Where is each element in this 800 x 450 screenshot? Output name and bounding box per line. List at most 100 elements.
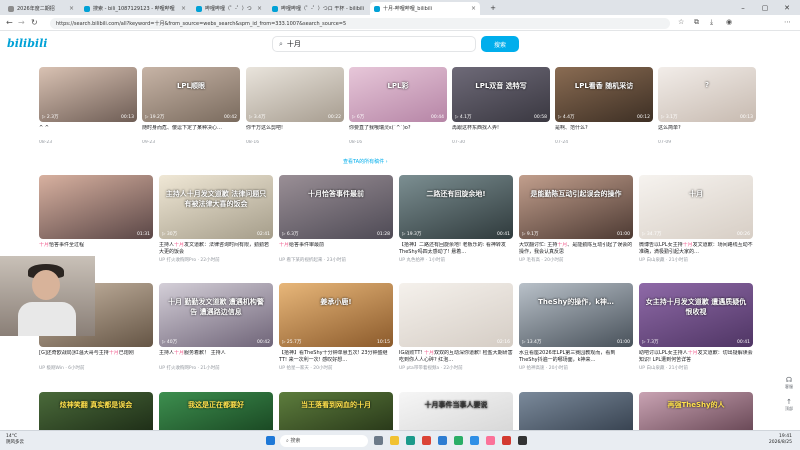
video-thumbnail[interactable]: ? ▷ 3.1万 00:13 xyxy=(658,67,756,122)
video-uploader-date[interactable]: UP 白山泉藏 · 21小时前 xyxy=(639,365,753,371)
video-card[interactable]: 二路还有回旋余地! ▷ 19.3万 00:41 【拾神】二路还有回旋余地! 老板乐的:… xyxy=(399,175,513,263)
video-uploader-date[interactable]: UP 打火收购网Pro · 22小时前 xyxy=(159,257,273,263)
url-field[interactable]: https://search.bilibili.com/all?keyword=… xyxy=(50,18,670,29)
video-thumbnail[interactable] xyxy=(519,392,633,430)
video-thumbnail[interactable]: 女主持十月发文道歉 遭遇质疑仇恨收视 ▷ 7.3万 00:41 xyxy=(639,283,753,347)
video-card[interactable]: LPL彩 ▷ 6万 00:44 你要直了我哦瑞灵ε(´^`)o? 08-16 xyxy=(349,67,447,145)
video-thumbnail[interactable]: LPL双音 选特写 ▷ 4.1万 00:58 xyxy=(452,67,550,122)
search-input[interactable]: 十月 xyxy=(287,39,301,49)
video-uploader-date[interactable]: UP 极刚Win · 6小时前 xyxy=(39,365,153,371)
close-icon[interactable]: × xyxy=(471,5,476,12)
video-thumbnail[interactable]: 十月 ▷ 34.7万 00:26 xyxy=(639,175,753,239)
system-clock[interactable]: 19:41 2026/8/25 xyxy=(769,434,792,446)
video-title[interactable]: 随时身而危、傻逗下定了某种决心… xyxy=(142,125,240,139)
chrome-browser-icon[interactable] xyxy=(422,436,431,445)
qq-app-icon[interactable] xyxy=(470,436,479,445)
video-uploader-date[interactable]: UP 拾星一家天 · 20小时前 xyxy=(279,365,393,371)
close-window-icon[interactable]: ✕ xyxy=(776,0,798,15)
profile-icon[interactable]: ◉ xyxy=(726,18,732,26)
video-title[interactable]: 微博告以LPL女主持十月发文道歉：场间路线互动不准确，滴极勤引起大家的… xyxy=(639,242,753,256)
video-thumbnail[interactable]: 十月事件当事人要说 xyxy=(399,392,513,430)
wechat-app-icon[interactable] xyxy=(454,436,463,445)
video-card[interactable]: TheShy的操作，k神… ▷ 13.4万 01:00 水豆看座2026年LPL第三赛… xyxy=(519,283,633,371)
search-box[interactable]: ⌕ 十月 xyxy=(272,36,476,52)
side-customer-service[interactable]: ☊ 客服 xyxy=(782,376,796,390)
taskbar-search[interactable]: ⌕ 搜索 xyxy=(280,435,368,447)
video-uploader-date[interactable]: UP 打火收购网Pro · 21小时前 xyxy=(159,365,273,371)
search-button[interactable]: 搜索 xyxy=(481,36,519,52)
forward-arrow-icon[interactable]: → xyxy=(18,18,25,27)
video-card[interactable]: 01:31 十月恰答事件全过程 xyxy=(39,175,153,257)
video-uploader-date[interactable]: UP 看下某的视折起来 · 23小时前 xyxy=(279,257,393,263)
video-thumbnail[interactable]: 十月 勤勤发文道歉 遭遇机构警告 遭遇路边信息 ▷ 40万 00:42 xyxy=(159,283,273,347)
video-card[interactable]: 姜承小鹿! ▷ 25.7万 10:15 【拾神】看TheShy十分钟单悬五次! 23分… xyxy=(279,283,393,371)
video-title[interactable]: 再跟这杯东西找人弄! xyxy=(452,125,550,139)
video-thumbnail[interactable]: ▷ 2.3万 00:13 xyxy=(39,67,137,122)
task-view-icon[interactable] xyxy=(374,436,383,445)
video-thumbnail[interactable]: 姜承小鹿! ▷ 25.7万 10:15 xyxy=(279,283,393,347)
video-uploader-date[interactable]: UP pta带带着视频a · 22小时前 xyxy=(399,365,513,371)
extensions-icon[interactable]: ⧉ xyxy=(694,18,699,27)
video-card[interactable]: 主持人十月发文道歉 法律问题只有被法律大喜的饭会 ▷ 30万 02:41 主持人十月发… xyxy=(159,175,273,263)
weather-widget[interactable]: 14°C 阴风多云 xyxy=(6,434,24,446)
video-thumbnail[interactable]: LPL彩 ▷ 6万 00:44 xyxy=(349,67,447,122)
video-card[interactable]: 十月恰答事件最前 ▷ 6.3万 01:28 十月给答事件审最前 UP 看下某的视折起来 … xyxy=(279,175,393,263)
edge-browser-icon[interactable] xyxy=(406,436,415,445)
video-title[interactable]: 主持人十月服务着歉！ 主持人 xyxy=(159,350,273,364)
video-card[interactable]: 十月 勤勤发文道歉 遭遇机构警告 遭遇路边信息 ▷ 40万 00:42 主持人十月服务… xyxy=(159,283,273,371)
close-icon[interactable]: × xyxy=(69,5,74,12)
video-title[interactable]: 大饮翻讨忙: 主持十月、是能勤陈互动引起了误会的操作，我会认真反思 xyxy=(519,242,633,256)
close-icon[interactable]: × xyxy=(367,5,368,12)
video-title[interactable]: 你要直了我哦瑞灵ε(´^`)o? xyxy=(349,125,447,139)
video-title[interactable]: 水豆看座2026年LPL第三赛园教观而，看到TheShy抖遍一的哪场面，k神来… xyxy=(519,350,633,364)
windows-start-icon[interactable] xyxy=(266,436,275,445)
reload-icon[interactable]: ↻ xyxy=(31,18,38,27)
store-app-icon[interactable] xyxy=(438,436,447,445)
menu-dots-icon[interactable]: ⋯ xyxy=(784,18,791,26)
download-icon[interactable]: ⤓ xyxy=(710,18,713,27)
terminal-app-icon[interactable] xyxy=(518,436,527,445)
video-thumbnail[interactable]: 十月恰答事件最前 ▷ 6.3万 01:28 xyxy=(279,175,393,239)
file-explorer-icon[interactable] xyxy=(390,436,399,445)
maximize-icon[interactable]: ▢ xyxy=(754,0,776,15)
bilibili-logo[interactable]: bilibili xyxy=(7,37,47,50)
video-card[interactable]: 十月 ▷ 34.7万 00:26 微博告以LPL女主持十月发文道歉：场间路线互动不准确… xyxy=(639,175,753,263)
tab-4[interactable]: 哔哩哔哩（゜-゜）つロ 干杯 - bilibili × xyxy=(268,2,368,15)
video-thumbnail[interactable]: 再强TheShy的人 xyxy=(639,392,753,430)
tab-3[interactable]: 哔哩哔哩（゜-゜）つ × xyxy=(192,2,266,15)
side-back-to-top[interactable]: ↑ 顶部 xyxy=(782,398,796,412)
video-card[interactable]: LPL看香 随机采访 ▷ 4.4万 00:12 是啊、范什么? 07-24 xyxy=(555,67,653,145)
video-thumbnail[interactable]: 02:16 xyxy=(399,283,513,347)
video-title[interactable]: [G]还奇欧战局]红温大哥与主持十月已炮刚 xyxy=(39,350,153,364)
video-card[interactable]: 02:16 IG战败TT! 十月双双的互动深你道歉! 检盐大期研害吃到你人人心碎?… xyxy=(399,283,513,371)
video-thumbnail[interactable]: 我这是正在都要好 xyxy=(159,392,273,430)
video-uploader-date[interactable]: UP 毛有高 · 20小时前 xyxy=(519,257,633,263)
video-title[interactable]: 主持人十月发文道歉：法律咨询时间有限，勤勤若大更的饭会 xyxy=(159,242,273,256)
video-uploader-date[interactable]: UP 白山泉藏 · 21小时前 xyxy=(639,257,753,263)
bilibili-app-icon[interactable] xyxy=(486,436,495,445)
back-arrow-icon[interactable]: ← xyxy=(6,18,13,27)
video-title[interactable]: IG战败TT! 十月双双的互动深你道歉! 检盐大期研害吃到你人人心碎? 红泡… xyxy=(399,350,513,364)
close-icon[interactable]: × xyxy=(257,5,262,12)
video-thumbnail[interactable]: LPL看香 随机采访 ▷ 4.4万 00:12 xyxy=(555,67,653,122)
star-icon[interactable]: ☆ xyxy=(678,18,684,26)
video-thumbnail[interactable]: ▷ 3.4万 00:22 xyxy=(246,67,344,122)
video-thumbnail[interactable]: 炫神笑翻 真实都是误会 xyxy=(39,392,153,430)
video-title[interactable]: 【拾神】看TheShy十分钟单悬五次! 23分钟盛继TT! 来一次利一次! 感叹… xyxy=(279,350,393,364)
tab-1[interactable]: 2026年度二期招 × xyxy=(4,2,78,15)
video-card[interactable]: ▷ 3.4万 00:22 你干万这么剪吧! 08-16 xyxy=(246,67,344,145)
video-title[interactable]: 这么简单? xyxy=(658,125,756,139)
video-title[interactable]: 十月给答事件审最前 xyxy=(279,242,393,256)
video-thumbnail[interactable]: LPL顺眼 ▷ 19.2万 00:42 xyxy=(142,67,240,122)
tab-2[interactable]: 搜索 - bili_1087129123 - 哔哩哔哩 × xyxy=(80,2,190,15)
video-card[interactable]: 女主持十月发文道歉 遭遇质疑仇恨收视 ▷ 7.3万 00:41 助吧讨以LPL女主持人… xyxy=(639,283,753,371)
video-card[interactable]: 是能勤陈互动引起误会的操作 ▷ 9.1万 01:00 大饮翻讨忙: 主持十月、是能勤陈… xyxy=(519,175,633,263)
video-thumbnail[interactable]: 是能勤陈互动引起误会的操作 ▷ 9.1万 01:00 xyxy=(519,175,633,239)
view-all-uploads-link[interactable]: 查看TA的所有稿件 › xyxy=(343,158,388,165)
video-uploader-date[interactable]: UP 丸色拾神 · 1小时前 xyxy=(399,257,513,263)
video-card[interactable]: ? ▷ 3.1万 00:13 这么简单? 07-09 xyxy=(658,67,756,145)
video-title[interactable]: 助吧讨以LPL女主持人十月发文道歉：切出疑解读会知识! LPL遭到何苦详答 xyxy=(639,350,753,364)
video-thumbnail[interactable]: 主持人十月发文道歉 法律问题只有被法律大喜的饭会 ▷ 30万 02:41 xyxy=(159,175,273,239)
video-title[interactable]: 是啊、范什么? xyxy=(555,125,653,139)
video-thumbnail[interactable]: TheShy的操作，k神… ▷ 13.4万 01:00 xyxy=(519,283,633,347)
